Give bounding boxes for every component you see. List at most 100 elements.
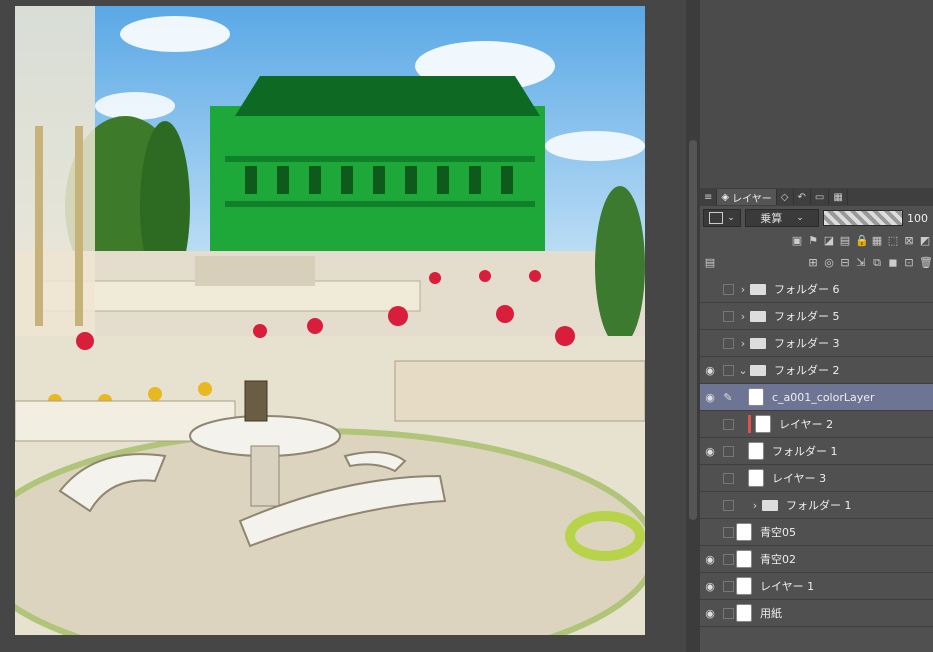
layer-name: 青空05 [760, 526, 796, 539]
layer-thumbnail [748, 442, 764, 460]
layer-folder-row[interactable]: › フォルダー 6 [700, 276, 933, 303]
checkbox-icon[interactable] [720, 499, 736, 511]
pen-icon[interactable]: ✎ [720, 391, 736, 404]
merge-down-icon[interactable]: ⧉ [871, 257, 883, 269]
opacity-value[interactable]: 100 [907, 212, 928, 225]
layer-row[interactable]: レイヤー 2 [700, 411, 933, 438]
layer-row[interactable]: ◉ フォルダー 1 [700, 438, 933, 465]
folder-icon [762, 499, 778, 511]
layer-thumbnail [748, 469, 764, 487]
folder-icon [750, 310, 766, 322]
lock-icon[interactable]: 🔒 [855, 235, 869, 247]
layer-name: フォルダー 3 [774, 337, 840, 350]
canvas-area[interactable] [0, 0, 686, 652]
artwork-canvas[interactable] [15, 6, 645, 635]
canvas-vertical-scrollbar[interactable] [686, 0, 700, 652]
checkbox-icon[interactable] [720, 607, 736, 619]
checkbox-icon[interactable] [720, 283, 736, 295]
layer-panel: ≡ ◈ レイヤー ◇ ↶ ▭ ▦ ⌄ 乗算 ⌄ 100 ▣ ⚑ ◪ ▤ 🔒 ▦ … [700, 0, 933, 652]
layer-row[interactable]: ◉ 用紙 [700, 600, 933, 627]
chevron-right-icon[interactable]: › [736, 337, 750, 350]
layer-thumbnail [755, 415, 771, 433]
mask-enable-icon[interactable]: ⬚ [887, 235, 899, 247]
layer-list-icon[interactable]: ▤ [704, 257, 716, 269]
layer-folder-row[interactable]: › フォルダー 3 [700, 330, 933, 357]
chevron-right-icon[interactable]: › [736, 310, 750, 323]
checkbox-icon[interactable] [720, 364, 736, 376]
new-raster-layer-icon[interactable]: ⊞ [807, 257, 819, 269]
navigator-icon: ▭ [814, 191, 825, 203]
artwork-illustration [15, 6, 645, 635]
checkbox-icon[interactable] [720, 310, 736, 322]
layer-thumbnail [736, 550, 752, 568]
layer-name: フォルダー 2 [774, 364, 840, 377]
layer-row[interactable]: 青空05 [700, 519, 933, 546]
eye-icon[interactable]: ◉ [700, 391, 720, 404]
reference-layer-icon[interactable]: ▣ [791, 235, 803, 247]
chevron-down-icon[interactable]: ⌄ [736, 364, 750, 377]
material-icon: ▦ [833, 191, 843, 203]
layer-folder-row[interactable]: ◉ ⌄ フォルダー 2 [700, 357, 933, 384]
layer-name: レイヤー 1 [760, 580, 815, 593]
layer-name: フォルダー 1 [772, 445, 838, 458]
eye-icon[interactable]: ◉ [700, 580, 720, 593]
checkbox-icon[interactable] [720, 472, 736, 484]
mask-icon[interactable]: ◪ [823, 235, 835, 247]
tab-layer-property[interactable]: ◇ [777, 189, 794, 205]
mask-create-icon[interactable]: ◼ [887, 257, 899, 269]
checkbox-icon[interactable] [720, 526, 736, 538]
layer-folder-row[interactable]: › フォルダー 1 [700, 492, 933, 519]
blend-row: ⌄ 乗算 ⌄ 100 [700, 206, 933, 230]
layer-row[interactable]: ◉ ✎ c_a001_colorLayer [700, 384, 933, 411]
layer-name: フォルダー 1 [786, 499, 852, 512]
tab-material[interactable]: ▦ [829, 189, 848, 205]
tab-layer[interactable]: ◈ レイヤー [717, 189, 777, 205]
trash-icon[interactable]: 🗑 [919, 257, 933, 269]
layer-row[interactable]: レイヤー 3 [700, 465, 933, 492]
mask-apply-icon[interactable]: ⊡ [903, 257, 915, 269]
checkbox-icon[interactable] [720, 337, 736, 349]
clip-icon[interactable]: ▤ [839, 235, 851, 247]
layer-thumbnail [736, 604, 752, 622]
layer-name: フォルダー 5 [774, 310, 840, 323]
chevron-right-icon[interactable]: › [748, 499, 762, 512]
checkbox-icon[interactable] [720, 418, 736, 430]
layers-icon: ◈ [721, 191, 730, 203]
ruler-icon[interactable]: ⊠ [903, 235, 915, 247]
layer-folder-row[interactable]: › フォルダー 5 [700, 303, 933, 330]
layer-action-icons: ▤ ⊞ ◎ ⊟ ⇲ ⧉ ◼ ⊡ 🗑 [700, 252, 933, 274]
layer-option-icons: ▣ ⚑ ◪ ▤ 🔒 ▦ ⬚ ⊠ ◩ [700, 230, 933, 252]
layer-color-mark [748, 415, 751, 433]
checkbox-icon[interactable] [720, 553, 736, 565]
layer-color-select[interactable]: ⌄ [703, 209, 741, 227]
checkbox-icon[interactable] [720, 445, 736, 457]
transfer-down-icon[interactable]: ⇲ [855, 257, 867, 269]
opacity-slider[interactable] [823, 210, 903, 226]
new-vector-layer-icon[interactable]: ◎ [823, 257, 835, 269]
draft-layer-icon[interactable]: ⚑ [807, 235, 819, 247]
chevron-right-icon[interactable]: › [736, 283, 750, 296]
checkbox-icon[interactable] [720, 580, 736, 592]
scrollbar-thumb[interactable] [689, 140, 697, 520]
palette-color-icon[interactable]: ◩ [919, 235, 931, 247]
layer-name: レイヤー 3 [772, 472, 827, 485]
layer-name: フォルダー 6 [774, 283, 840, 296]
empty-upper-panel [700, 0, 933, 189]
layer-row[interactable]: ◉ レイヤー 1 [700, 573, 933, 600]
chevron-down-icon: ⌄ [727, 213, 735, 223]
tab-history[interactable]: ↶ [794, 189, 811, 205]
lock-transparent-icon[interactable]: ▦ [871, 235, 883, 247]
tab-navigator[interactable]: ▭ [811, 189, 830, 205]
eye-icon[interactable]: ◉ [700, 364, 720, 377]
layer-row[interactable]: ◉ 青空02 [700, 546, 933, 573]
new-folder-icon[interactable]: ⊟ [839, 257, 851, 269]
panel-menu-icon[interactable]: ≡ [700, 189, 718, 205]
blend-mode-select[interactable]: 乗算 ⌄ [745, 209, 819, 227]
layer-name: c_a001_colorLayer [772, 390, 875, 404]
eye-icon[interactable]: ◉ [700, 445, 720, 458]
layer-name: レイヤー 2 [779, 418, 834, 431]
eye-icon[interactable]: ◉ [700, 607, 720, 620]
eye-icon[interactable]: ◉ [700, 553, 720, 566]
layer-thumbnail [736, 523, 752, 541]
property-icon: ◇ [780, 191, 789, 203]
